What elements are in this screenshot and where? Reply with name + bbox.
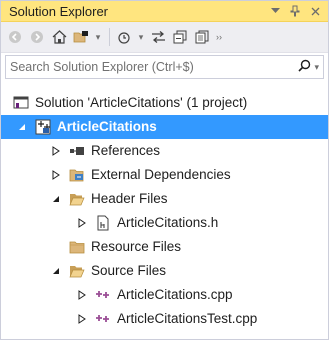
show-all-files-icon[interactable] <box>192 27 212 47</box>
external-dependencies-icon <box>69 167 85 183</box>
forward-icon[interactable] <box>27 27 47 47</box>
tree-item-source-file[interactable]: ArticleCitations.cpp <box>1 283 328 307</box>
source-file-label: ArticleCitationsTest.cpp <box>117 311 258 327</box>
close-icon[interactable] <box>308 4 322 18</box>
tree-item-project[interactable]: ArticleCitations <box>1 115 328 139</box>
cpp-file-icon <box>95 311 111 327</box>
source-file-label: ArticleCitations.cpp <box>117 287 233 303</box>
solution-explorer-panel: Solution Explorer ▾ ▾ ›› Search Solution… <box>0 0 329 340</box>
tree-item-source-file[interactable]: ArticleCitationsTest.cpp <box>1 307 328 331</box>
collapsed-arrow-icon[interactable] <box>75 288 89 302</box>
solution-label: Solution 'ArticleCitations' (1 project) <box>35 95 248 111</box>
references-label: References <box>91 143 161 159</box>
tree-item-resource-files[interactable]: Resource Files <box>1 235 328 259</box>
cpp-project-icon <box>35 119 51 135</box>
collapsed-arrow-icon[interactable] <box>49 144 63 158</box>
collapse-all-icon[interactable] <box>170 27 190 47</box>
source-files-label: Source Files <box>91 263 167 279</box>
search-options-dropdown-icon[interactable]: ▾ <box>314 62 319 73</box>
pin-icon[interactable] <box>288 4 302 18</box>
title-bar: Solution Explorer <box>1 1 328 22</box>
solution-tree: Solution 'ArticleCitations' (1 project) … <box>1 83 328 331</box>
tree-item-source-files[interactable]: Source Files <box>1 259 328 283</box>
external-dependencies-label: External Dependencies <box>91 167 231 183</box>
search-input[interactable] <box>10 60 295 74</box>
header-files-label: Header Files <box>91 191 168 207</box>
search-icon[interactable] <box>298 59 311 75</box>
tree-item-references[interactable]: References <box>1 139 328 163</box>
resource-files-label: Resource Files <box>91 239 182 255</box>
folder-open-icon <box>69 191 85 207</box>
toolbar: ▾ ▾ ›› <box>1 22 328 53</box>
collapsed-arrow-icon[interactable] <box>75 216 89 230</box>
expanded-arrow-icon[interactable] <box>15 120 29 134</box>
header-file-label: ArticleCitations.h <box>117 215 219 231</box>
expanded-arrow-icon[interactable] <box>49 264 63 278</box>
tree-item-solution[interactable]: Solution 'ArticleCitations' (1 project) <box>1 91 328 115</box>
window-position-dropdown-icon[interactable] <box>268 4 282 18</box>
collapsed-arrow-icon[interactable] <box>75 312 89 326</box>
toolbar-overflow-icon[interactable]: ›› <box>214 27 224 47</box>
solution-icon <box>13 95 29 111</box>
sync-icon[interactable] <box>148 27 168 47</box>
project-label: ArticleCitations <box>57 119 157 135</box>
search-box[interactable]: ▾ <box>5 55 324 79</box>
tree-item-external-dependencies[interactable]: External Dependencies <box>1 163 328 187</box>
references-icon <box>69 143 85 159</box>
toolbar-separator <box>109 28 110 46</box>
expanded-arrow-icon[interactable] <box>49 192 63 206</box>
header-file-icon <box>95 215 111 231</box>
panel-title: Solution Explorer <box>9 3 108 19</box>
filter-dropdown-icon[interactable]: ▾ <box>136 27 146 47</box>
collapsed-arrow-icon[interactable] <box>49 168 63 182</box>
pending-changes-filter-icon[interactable] <box>114 27 134 47</box>
switch-views-dropdown-icon[interactable]: ▾ <box>93 27 103 47</box>
switch-views-icon[interactable] <box>71 27 91 47</box>
tree-item-header-file[interactable]: ArticleCitations.h <box>1 211 328 235</box>
folder-icon <box>69 239 85 255</box>
home-icon[interactable] <box>49 27 69 47</box>
tree-item-header-files[interactable]: Header Files <box>1 187 328 211</box>
cpp-file-icon <box>95 287 111 303</box>
back-icon[interactable] <box>5 27 25 47</box>
folder-open-icon <box>69 263 85 279</box>
